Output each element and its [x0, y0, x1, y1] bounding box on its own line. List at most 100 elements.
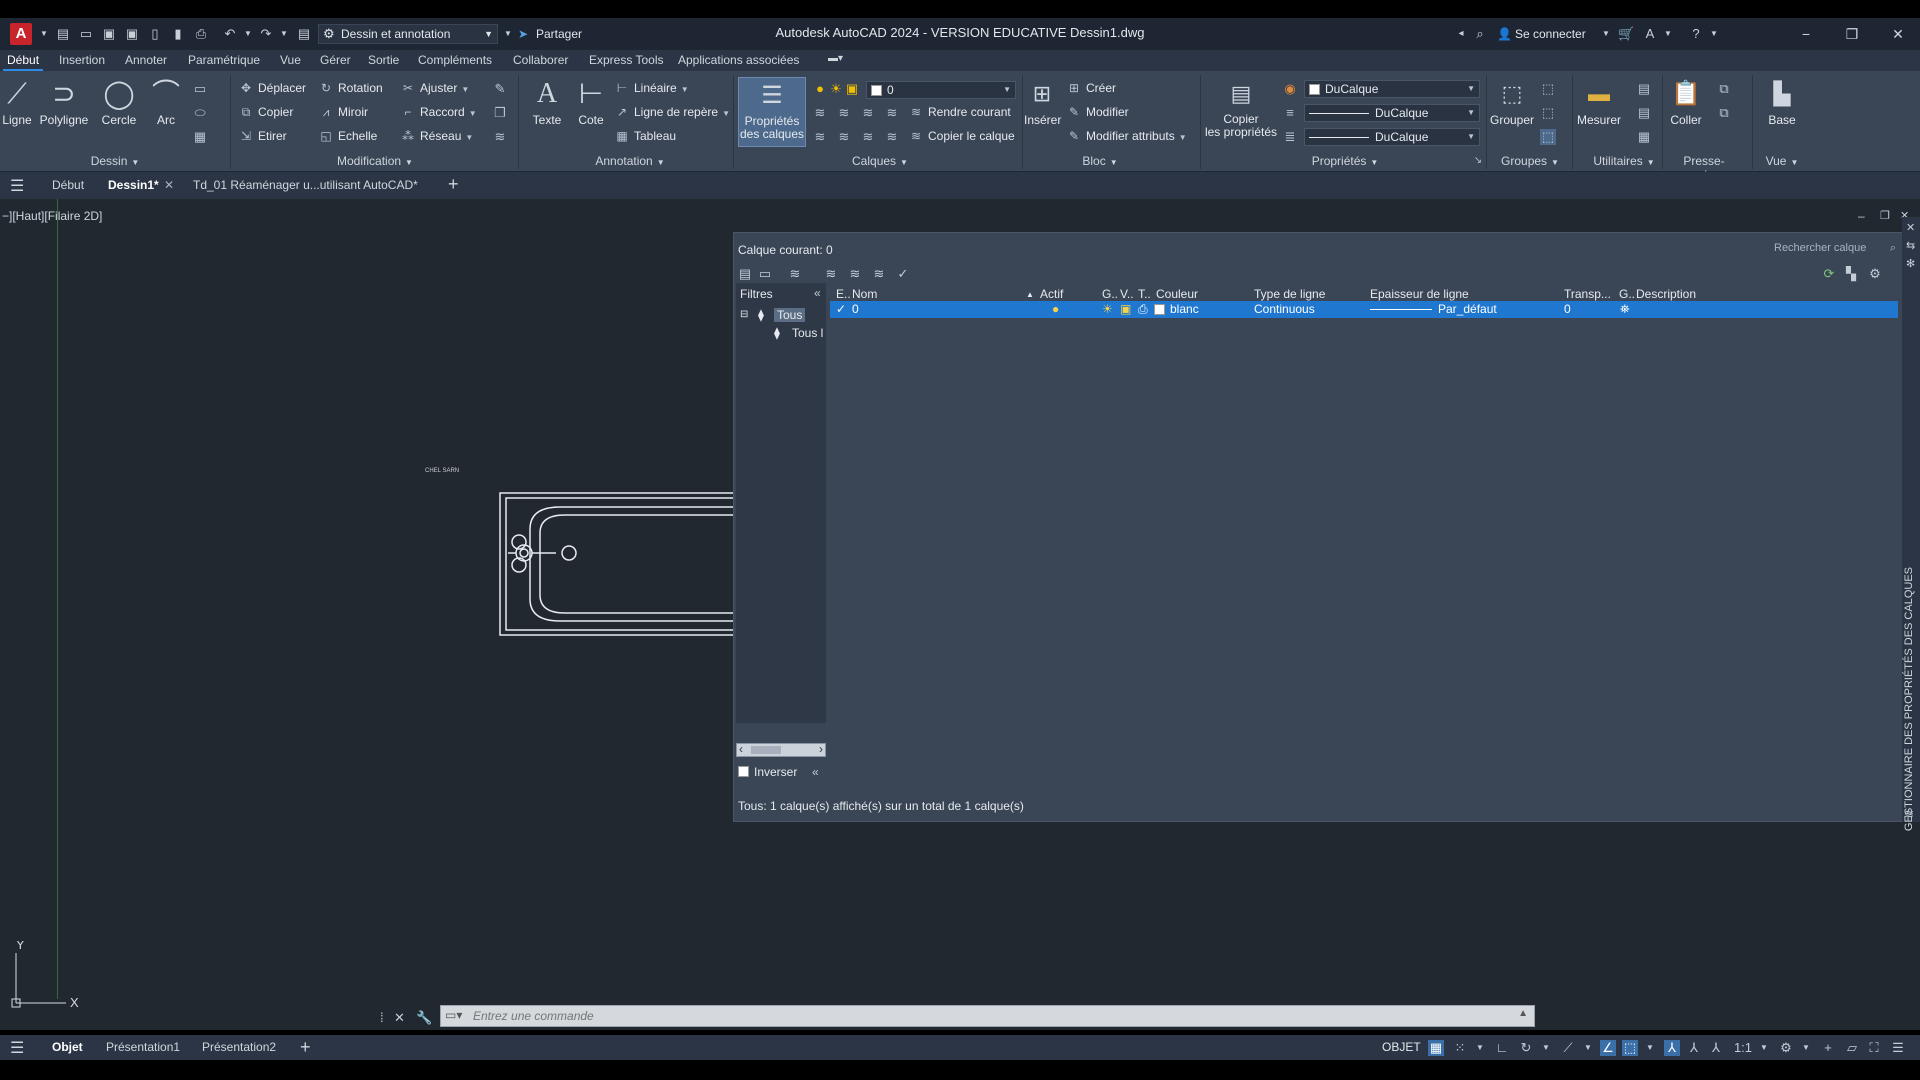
linear-dim-button[interactable]: ⊢ Linéaire ▼ — [614, 79, 689, 97]
panel-title-vue[interactable]: Vue ▼ — [1752, 154, 1812, 168]
close-icon[interactable]: ✕ — [1884, 24, 1912, 44]
table-row[interactable]: ✓ 0 ● ☀ ▣ ⎙ blanc Continuous Par_défaut … — [830, 301, 1898, 318]
tab-annoter[interactable]: Annoter — [125, 53, 167, 67]
ellipse-icon[interactable]: ⬭ — [192, 105, 208, 121]
copy-layer-button[interactable]: ≋ Copier le calque — [908, 127, 1015, 145]
scale-button[interactable]: ◱ Echelle — [318, 127, 377, 145]
paste-button[interactable]: 📋 Coller — [1664, 77, 1708, 127]
create-block-button[interactable]: ⊞ Créer — [1066, 79, 1116, 97]
new-property-filter-icon[interactable]: ▤ — [736, 265, 754, 283]
copy-clip-icon[interactable]: ⧉ — [1716, 81, 1732, 97]
unlock-icon[interactable]: ▣ — [844, 81, 860, 97]
leader-button[interactable]: ↗ Ligne de repère ▼ — [614, 103, 730, 121]
annotation-visibility-icon[interactable]: ⅄ — [1664, 1040, 1680, 1056]
annotation-monitor-icon[interactable]: + — [1820, 1040, 1836, 1056]
help-icon[interactable]: ? — [1688, 26, 1704, 42]
circle-button[interactable]: ◯ Cercle — [97, 77, 141, 127]
filter-tous-utilises[interactable]: Tous l — [792, 326, 823, 340]
command-expand-icon[interactable]: ▲ — [1518, 1008, 1528, 1019]
command-grip-icon[interactable]: ⁞ — [380, 1010, 384, 1025]
new-group-filter-icon[interactable]: ▭ — [756, 265, 774, 283]
lineweight-select[interactable]: DuCalque ▼ — [1304, 128, 1480, 146]
trim-button[interactable]: ✂ Ajuster ▼ — [400, 79, 469, 97]
tab-insertion[interactable]: Insertion — [59, 53, 105, 67]
hamburger-menu-icon[interactable]: ☰ — [10, 176, 24, 196]
dimension-button[interactable]: ⊢ Cote — [572, 77, 610, 127]
refresh-icon[interactable]: ⟳ — [1820, 265, 1838, 283]
layout-tab-model[interactable]: Objet — [52, 1040, 83, 1054]
isodraft-icon[interactable]: ⟋ — [1560, 1040, 1576, 1056]
scroll-thumb[interactable] — [751, 746, 781, 754]
layer-tool-icon[interactable]: ≋ — [836, 105, 852, 121]
col-plot[interactable]: T.. — [1138, 287, 1151, 301]
array-button[interactable]: ⁂ Réseau ▼ — [400, 127, 473, 145]
new-tab-icon[interactable]: + — [448, 174, 459, 195]
layer-lineweight[interactable]: Par_défaut — [1438, 302, 1497, 316]
stretch-button[interactable]: ⇲ Etirer — [238, 127, 287, 145]
filter-tous[interactable]: Tous — [774, 308, 806, 322]
layer-translator-icon[interactable]: ▚ — [1842, 265, 1860, 283]
panel-title-groupes[interactable]: Groupes ▼ — [1490, 154, 1570, 168]
layer-linetype[interactable]: Continuous — [1254, 302, 1315, 316]
app-menu-chevron-icon[interactable]: ▼ — [36, 26, 52, 42]
layer-tool-icon[interactable]: ≋ — [836, 129, 852, 145]
insert-block-button[interactable]: ⊞ Insérer — [1024, 77, 1061, 127]
match-properties-button[interactable]: ▤ Copier les propriétés — [1204, 77, 1278, 139]
command-history-icon[interactable]: ▭▾ — [445, 1008, 462, 1022]
hatch-icon[interactable]: ▦ — [192, 129, 208, 145]
group-button[interactable]: ⬚ Grouper — [1488, 77, 1536, 127]
col-freeze[interactable]: G.. — [1102, 287, 1118, 301]
panel-title-modification[interactable]: Modification ▼ — [320, 154, 430, 168]
mirror-button[interactable]: ⩘ Miroir — [318, 103, 368, 121]
calculator-icon[interactable]: ▦ — [1636, 129, 1652, 145]
layer-palette-icon[interactable]: ≋ — [1904, 807, 1914, 821]
panel-title-utilitaires[interactable]: Utilitaires ▼ — [1584, 154, 1664, 168]
minimize-icon[interactable]: − — [1792, 24, 1820, 44]
base-view-button[interactable]: ▙ Base — [1762, 77, 1802, 127]
object-snap-tracking-icon[interactable]: ∠ — [1600, 1040, 1616, 1056]
measure-button[interactable]: ▬ Mesurer — [1574, 77, 1624, 127]
edit-block-button[interactable]: ✎ Modifier — [1066, 103, 1129, 121]
color-wheel-icon[interactable]: ◉ — [1282, 81, 1298, 97]
open-folder-icon[interactable]: ▭ — [78, 26, 94, 42]
undo-icon[interactable]: ↶ — [222, 26, 238, 42]
col-lock[interactable]: V.. — [1120, 287, 1134, 301]
customize-statusbar-icon[interactable]: ☰ — [1890, 1040, 1906, 1056]
arc-button[interactable]: ⌒ Arc — [149, 77, 183, 127]
table-button[interactable]: ▦ Tableau — [614, 127, 676, 145]
make-current-button[interactable]: ≋ Rendre courant — [908, 103, 1011, 121]
redo-chevron-icon[interactable]: ▼ — [276, 26, 292, 42]
properties-launcher-icon[interactable]: ↘ — [1470, 153, 1486, 169]
search-back-icon[interactable]: ◂ — [1453, 26, 1469, 42]
grid-icon[interactable]: ▦ — [1428, 1040, 1444, 1056]
checkbox[interactable] — [738, 766, 749, 777]
layer-name[interactable]: 0 — [852, 302, 859, 316]
erase-icon[interactable]: ✎ — [492, 81, 508, 97]
col-lineweight[interactable]: Epaisseur de ligne — [1370, 287, 1469, 301]
viewport-restore-icon[interactable]: ❐ — [1880, 209, 1890, 222]
line-button[interactable]: ⟋ Ligne — [0, 77, 34, 127]
workspace-select[interactable]: ⚙ Dessin et annotation ▼ — [318, 24, 498, 44]
workspace-chevron-icon[interactable]: ▼ — [1798, 1040, 1814, 1056]
viewport-minimize-icon[interactable]: – — [1858, 209, 1865, 223]
collapse-filters-icon[interactable]: « — [814, 286, 821, 300]
col-new-vp-freeze[interactable]: G.. — [1619, 287, 1635, 301]
select-icon[interactable]: ▤ — [1636, 81, 1652, 97]
col-linetype[interactable]: Type de ligne — [1254, 287, 1325, 301]
explode-icon[interactable]: ❐ — [492, 105, 508, 121]
tab-complements[interactable]: Compléments — [418, 53, 492, 67]
invert-filter-checkbox[interactable]: Inverser — [738, 765, 797, 779]
move-button[interactable]: ✥ Déplacer — [238, 79, 306, 97]
copy-button[interactable]: ⧉ Copier — [238, 103, 294, 121]
autodesk-app-icon[interactable]: A — [1642, 26, 1658, 42]
layer-tool-icon[interactable]: ≋ — [860, 105, 876, 121]
login-chevron-icon[interactable]: ▼ — [1598, 26, 1614, 42]
plot-icon[interactable]: ▮ — [170, 26, 186, 42]
units-icon[interactable]: ▱ — [1844, 1040, 1860, 1056]
cut-icon[interactable]: ⧉ — [1716, 105, 1732, 121]
panel-title-dessin[interactable]: Dessin ▼ — [80, 154, 150, 168]
fillet-button[interactable]: ⌐ Raccord ▼ — [400, 103, 476, 121]
polyline-button[interactable]: ⊃ Polyligne — [37, 77, 91, 127]
isodraft-chevron-icon[interactable]: ▼ — [1580, 1040, 1596, 1056]
doc-tab-td01[interactable]: Td_01 Réaménager u...utilisant AutoCAD* — [193, 178, 418, 192]
